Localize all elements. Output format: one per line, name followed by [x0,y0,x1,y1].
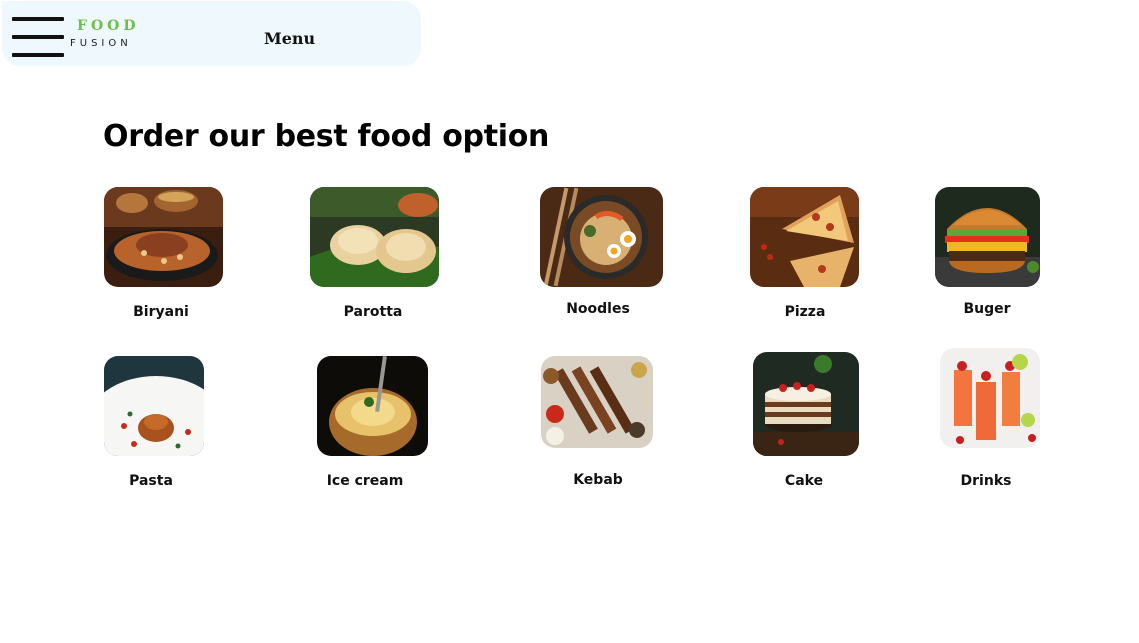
food-label: Buger [963,301,1011,317]
food-label: Ice cream [326,473,404,489]
noodles-image [540,187,663,287]
burger-image [935,187,1040,287]
ice-cream-image [317,356,428,456]
brand-logo-top-text: FOOD [77,18,140,34]
page-heading: Order our best food option [103,119,550,154]
cake-image [753,352,859,456]
food-label: Drinks [960,473,1012,489]
menu-link[interactable]: Menu [264,29,315,48]
hamburger-menu-icon[interactable] [12,17,66,59]
hamburger-line [12,17,64,21]
parotta-image [310,187,439,287]
drinks-image [940,348,1040,448]
food-label: Kebab [573,472,623,488]
food-label: Noodles [566,301,630,317]
hamburger-line [12,53,64,57]
pasta-image [104,356,204,456]
top-navigation-bar: FOOD FUSION Menu [2,1,421,66]
food-label: Cake [784,473,824,489]
food-label: Pasta [129,473,173,489]
kebab-image [541,356,653,448]
brand-logo[interactable]: FOOD FUSION [70,18,139,50]
pizza-image [750,187,859,287]
food-label: Biryani [133,304,189,320]
food-label: Parotta [343,304,403,320]
brand-logo-bottom-text: FUSION [70,38,132,49]
hamburger-line [12,35,64,39]
food-label: Pizza [784,304,826,320]
biryani-image [104,187,223,287]
